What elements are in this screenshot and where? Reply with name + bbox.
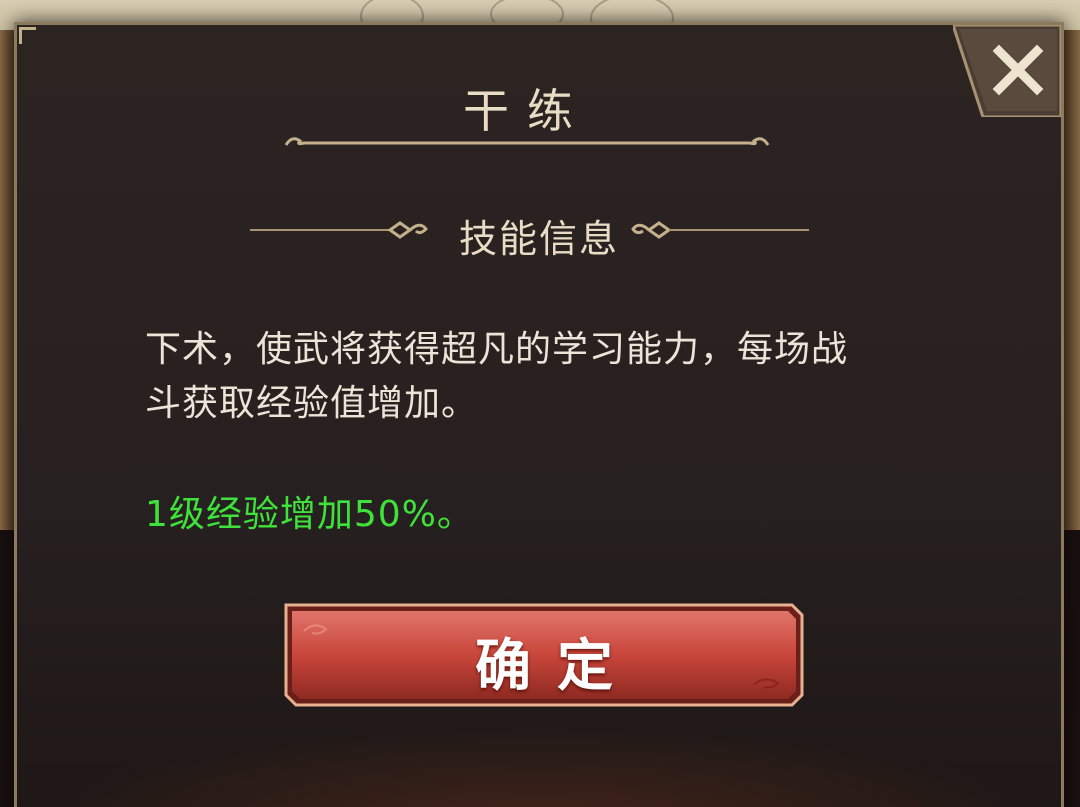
section-ornament-right bbox=[631, 221, 809, 239]
skill-dialog: 干练 技能信息 下术，使武将获得超凡的学习能力，每场战 斗获取经验值增加。 1级… bbox=[14, 22, 1064, 807]
description-line: 斗获取经验值增加。 bbox=[145, 383, 479, 424]
close-x-icon bbox=[950, 23, 1063, 119]
dialog-title: 干练 bbox=[463, 84, 591, 138]
bottom-glow bbox=[17, 725, 1061, 807]
title-area: 干练 bbox=[282, 55, 772, 146]
skill-effect: 1级经验增加50%。 bbox=[145, 494, 474, 535]
close-button[interactable] bbox=[950, 23, 1063, 119]
description-line: 下术，使武将获得超凡的学习能力，每场战 bbox=[145, 329, 849, 370]
title-underline-ornament bbox=[284, 137, 770, 146]
game-scene: 干练 技能信息 下术，使武将获得超凡的学习能力，每场战 斗获取经验值增加。 1级… bbox=[0, 0, 1080, 807]
background-frame-left bbox=[0, 30, 14, 530]
corner-ornament bbox=[19, 27, 36, 44]
section-title: 技能信息 bbox=[458, 217, 619, 261]
skill-description: 下术，使武将获得超凡的学习能力，每场战 斗获取经验值增加。 bbox=[145, 323, 965, 431]
background-frame-right bbox=[1064, 30, 1080, 530]
section-header: 技能信息 bbox=[17, 200, 1061, 261]
confirm-button[interactable]: 确定 bbox=[284, 603, 804, 707]
confirm-button-label: 确定 bbox=[475, 634, 639, 699]
